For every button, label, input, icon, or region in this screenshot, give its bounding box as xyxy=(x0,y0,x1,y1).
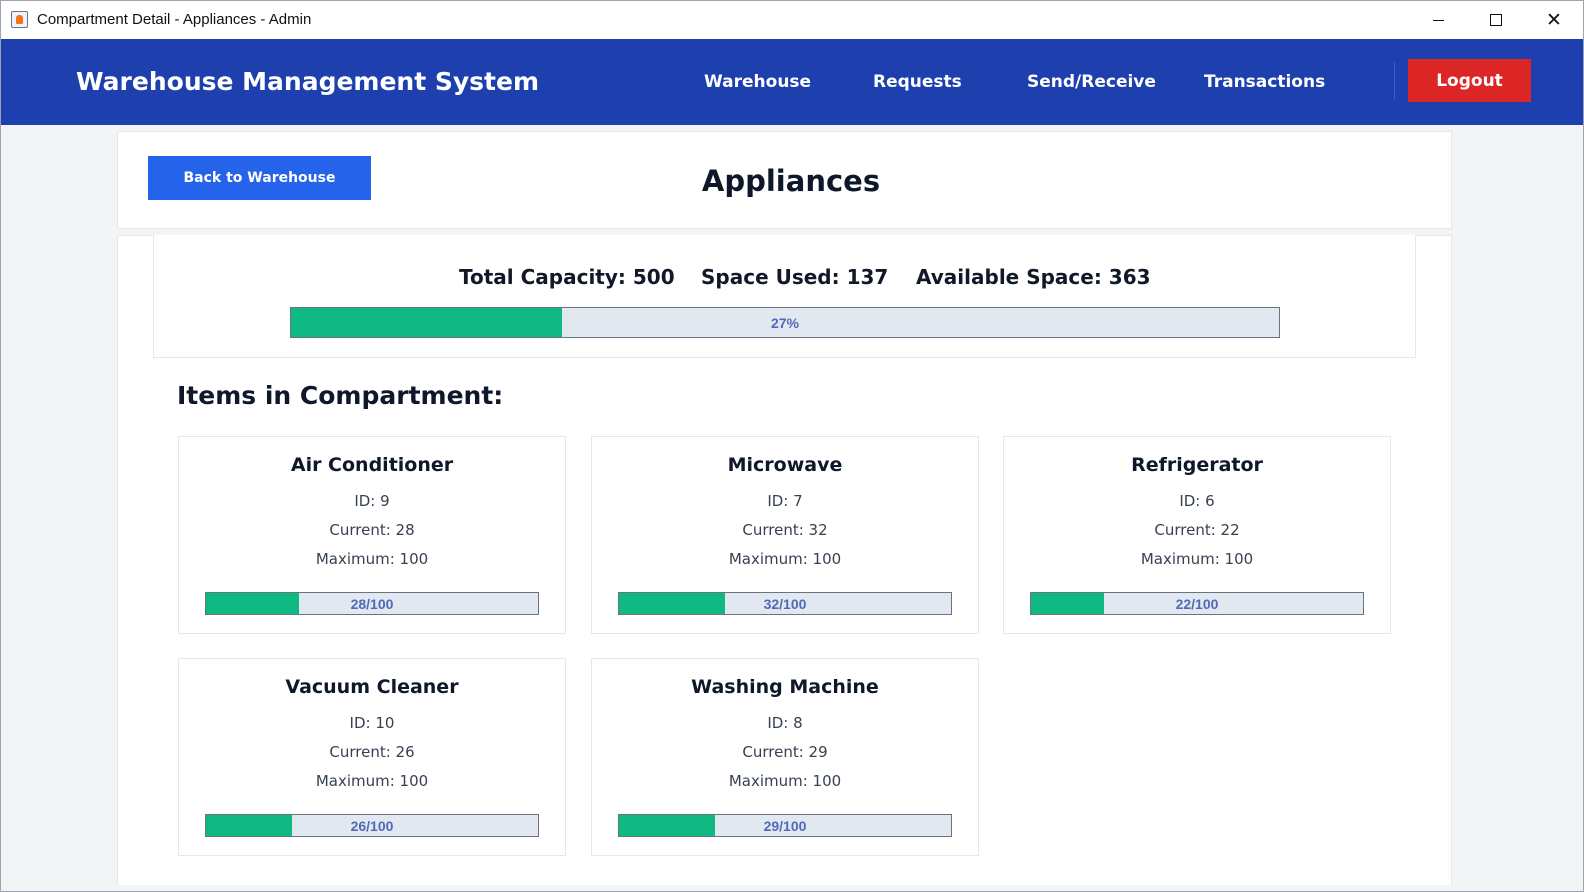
page-title: Appliances xyxy=(701,164,881,198)
item-maximum: Maximum: 100 xyxy=(315,550,429,568)
nav-divider xyxy=(1394,62,1395,100)
minimize-button[interactable] xyxy=(1409,1,1467,39)
item-current: Current: 29 xyxy=(742,743,828,761)
logout-button[interactable]: Logout xyxy=(1408,59,1531,102)
nav-requests[interactable]: Requests xyxy=(873,72,962,92)
item-progress-bar: 22/100 xyxy=(1030,592,1364,615)
available-space: Available Space: 363 xyxy=(916,265,1151,289)
item-card-washing-machine[interactable]: Washing Machine ID: 8 Current: 29 Maximu… xyxy=(591,658,979,856)
close-button[interactable]: ✕ xyxy=(1525,1,1583,39)
minimize-icon xyxy=(1432,19,1444,21)
total-capacity: Total Capacity: 500 xyxy=(459,265,675,289)
item-id: ID: 6 xyxy=(1179,492,1215,510)
app-window: Compartment Detail - Appliances - Admin … xyxy=(0,0,1584,892)
item-progress-bar: 32/100 xyxy=(618,592,952,615)
item-name: Vacuum Cleaner xyxy=(285,676,459,698)
java-app-icon xyxy=(11,11,28,28)
capacity-progress-label: 27% xyxy=(770,314,800,331)
item-name: Washing Machine xyxy=(691,676,879,698)
title-bar[interactable]: Compartment Detail - Appliances - Admin … xyxy=(1,1,1583,39)
item-current: Current: 28 xyxy=(329,521,415,539)
item-current: Current: 26 xyxy=(329,743,415,761)
item-id: ID: 7 xyxy=(767,492,803,510)
item-card-microwave[interactable]: Microwave ID: 7 Current: 32 Maximum: 100… xyxy=(591,436,979,634)
capacity-summary xyxy=(153,235,1416,358)
item-maximum: Maximum: 100 xyxy=(1140,550,1254,568)
item-progress-label: 28/100 xyxy=(350,595,394,612)
item-progress-bar: 29/100 xyxy=(618,814,952,837)
item-name: Microwave xyxy=(727,454,843,476)
maximize-icon xyxy=(1490,14,1502,26)
item-current: Current: 22 xyxy=(1154,521,1240,539)
capacity-progress-bar: 27% xyxy=(290,307,1280,338)
item-card-air-conditioner[interactable]: Air Conditioner ID: 9 Current: 28 Maximu… xyxy=(178,436,566,634)
item-progress-label: 26/100 xyxy=(350,817,394,834)
item-progress-bar: 26/100 xyxy=(205,814,539,837)
item-current: Current: 32 xyxy=(742,521,828,539)
nav-warehouse[interactable]: Warehouse xyxy=(704,72,811,92)
item-maximum: Maximum: 100 xyxy=(728,772,842,790)
nav-transactions[interactable]: Transactions xyxy=(1204,72,1325,92)
navbar: Warehouse Management System Warehouse Re… xyxy=(1,39,1583,125)
item-card-refrigerator[interactable]: Refrigerator ID: 6 Current: 22 Maximum: … xyxy=(1003,436,1391,634)
brand-title: Warehouse Management System xyxy=(76,67,540,96)
page-title-row: Appliances xyxy=(1,164,1584,198)
item-progress-label: 22/100 xyxy=(1175,595,1219,612)
nav-send-receive[interactable]: Send/Receive xyxy=(1027,72,1156,92)
item-card-vacuum-cleaner[interactable]: Vacuum Cleaner ID: 10 Current: 26 Maximu… xyxy=(178,658,566,856)
item-maximum: Maximum: 100 xyxy=(315,772,429,790)
item-progress-label: 29/100 xyxy=(763,817,807,834)
item-name: Refrigerator xyxy=(1131,454,1263,476)
item-id: ID: 8 xyxy=(767,714,803,732)
items-heading: Items in Compartment: xyxy=(177,381,504,410)
item-maximum: Maximum: 100 xyxy=(728,550,842,568)
item-id: ID: 10 xyxy=(349,714,395,732)
item-name: Air Conditioner xyxy=(290,454,454,476)
item-id: ID: 9 xyxy=(354,492,390,510)
item-progress-bar: 28/100 xyxy=(205,592,539,615)
maximize-button[interactable] xyxy=(1467,1,1525,39)
space-used: Space Used: 137 xyxy=(701,265,889,289)
item-progress-label: 32/100 xyxy=(763,595,807,612)
window-title: Compartment Detail - Appliances - Admin xyxy=(37,11,312,28)
close-icon: ✕ xyxy=(1546,8,1562,31)
